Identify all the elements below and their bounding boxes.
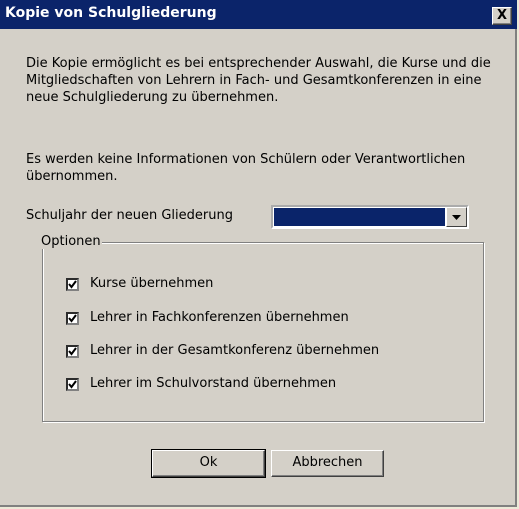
chevron-down-icon — [452, 215, 461, 220]
option-label: Lehrer in der Gesamtkonferenz übernehmen — [90, 343, 380, 358]
dialog-window: Kopie von Schulgliederung X Die Kopie er… — [0, 0, 517, 507]
checkmark-icon — [68, 347, 77, 356]
options-group — [42, 242, 484, 422]
checkbox-general-conference[interactable] — [66, 345, 79, 358]
school-year-label: Schuljahr der neuen Gliederung — [26, 208, 233, 223]
description-paragraph-2: Es werden keine Informationen von Schüle… — [26, 152, 466, 184]
checkmark-icon — [68, 314, 77, 323]
close-button[interactable]: X — [492, 7, 512, 25]
ok-button[interactable]: Ok — [151, 449, 266, 478]
checkbox-school-board[interactable] — [66, 378, 79, 391]
checkmark-icon — [68, 280, 77, 289]
window-title: Kopie von Schulgliederung — [5, 5, 217, 21]
option-label: Lehrer im Schulvorstand übernehmen — [90, 376, 337, 391]
checkmark-icon — [68, 380, 77, 389]
option-label: Kurse übernehmen — [90, 276, 214, 291]
close-icon: X — [496, 8, 508, 23]
description-paragraph-1: Die Kopie ermöglicht es bei entsprechend… — [26, 56, 491, 105]
cancel-button[interactable]: Abbrechen — [271, 450, 384, 477]
school-year-selected-value — [274, 208, 445, 226]
title-bar[interactable]: Kopie von Schulgliederung X — [0, 0, 517, 29]
school-year-select[interactable] — [271, 205, 469, 229]
option-label: Lehrer in Fachkonferenzen übernehmen — [90, 310, 349, 325]
checkbox-courses[interactable] — [66, 278, 79, 291]
dropdown-button[interactable] — [446, 207, 467, 227]
checkbox-subject-conferences[interactable] — [66, 312, 79, 325]
options-legend: Optionen — [40, 234, 102, 249]
